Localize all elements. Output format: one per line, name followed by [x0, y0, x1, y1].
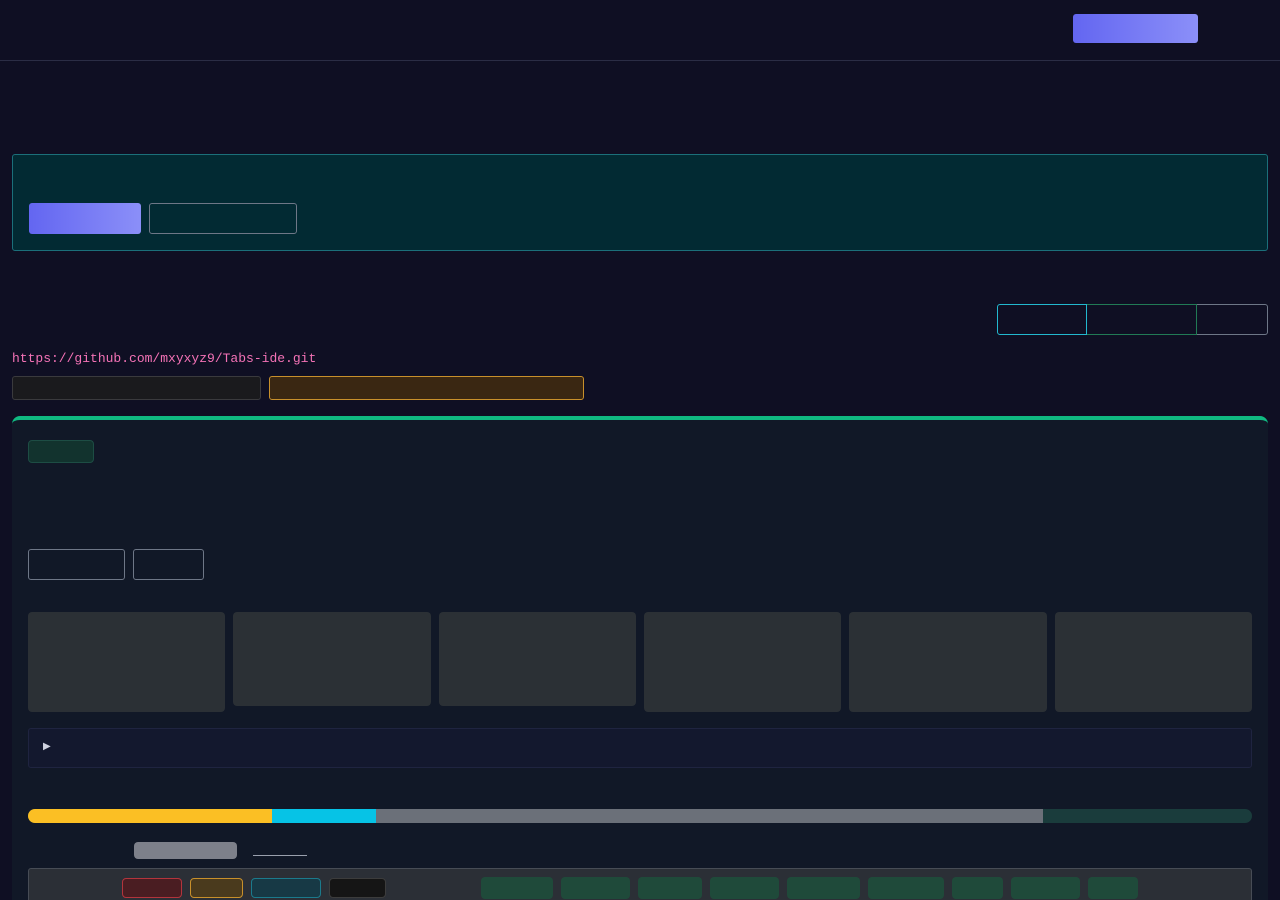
filter-chip-gray[interactable]	[134, 842, 237, 859]
banner-primary-button[interactable]	[29, 203, 141, 234]
header-cta-button[interactable]	[1073, 14, 1198, 43]
view-toggle-option-1[interactable]	[997, 304, 1087, 335]
stat-card-2	[233, 612, 431, 706]
stat-card-3	[439, 612, 636, 706]
status-badge	[28, 440, 94, 463]
banner-secondary-button[interactable]	[149, 203, 297, 234]
filter-chip-2[interactable]	[561, 877, 630, 899]
filter-chip-4[interactable]	[710, 877, 779, 899]
filter-toolbar	[28, 868, 1252, 900]
progress-segment-2	[271, 809, 376, 823]
stat-card-6	[1055, 612, 1252, 712]
triangle-right-icon: ▶	[43, 741, 51, 752]
language-progress-bar	[28, 809, 1252, 823]
details-disclosure[interactable]: ▶	[28, 728, 1252, 768]
underline-link[interactable]	[253, 850, 307, 856]
stat-card-5	[849, 612, 1047, 712]
filter-chip-8[interactable]	[1011, 877, 1080, 899]
filter-chip-1[interactable]	[481, 877, 553, 899]
panel-action-2-button[interactable]	[133, 549, 204, 580]
progress-segment-3	[375, 809, 1043, 823]
view-toggle-group	[997, 304, 1268, 335]
filter-chip-3[interactable]	[638, 877, 702, 899]
status-chip-1[interactable]	[122, 878, 182, 898]
filter-chip-6[interactable]	[868, 877, 944, 899]
progress-segment-1	[28, 809, 272, 823]
filter-chip-9[interactable]	[1088, 877, 1138, 899]
view-toggle-option-2[interactable]	[1087, 304, 1197, 335]
info-banner	[12, 154, 1268, 251]
filter-chip-5[interactable]	[787, 877, 860, 899]
project-panel: ▶	[12, 416, 1268, 900]
status-chip-2[interactable]	[190, 878, 243, 898]
repo-tag-dark	[12, 376, 261, 400]
status-chip-3[interactable]	[251, 878, 321, 898]
top-nav-bar	[0, 0, 1280, 61]
stat-card-4	[644, 612, 841, 712]
repo-url-link[interactable]: https://github.com/mxyxyz9/Tabs-ide.git	[12, 351, 316, 366]
filter-chip-7[interactable]	[952, 877, 1003, 899]
view-toggle-option-3[interactable]	[1197, 304, 1268, 335]
repo-tag-amber	[269, 376, 584, 400]
panel-action-1-button[interactable]	[28, 549, 125, 580]
stat-card-1	[28, 612, 225, 712]
status-chip-4[interactable]	[329, 878, 386, 898]
